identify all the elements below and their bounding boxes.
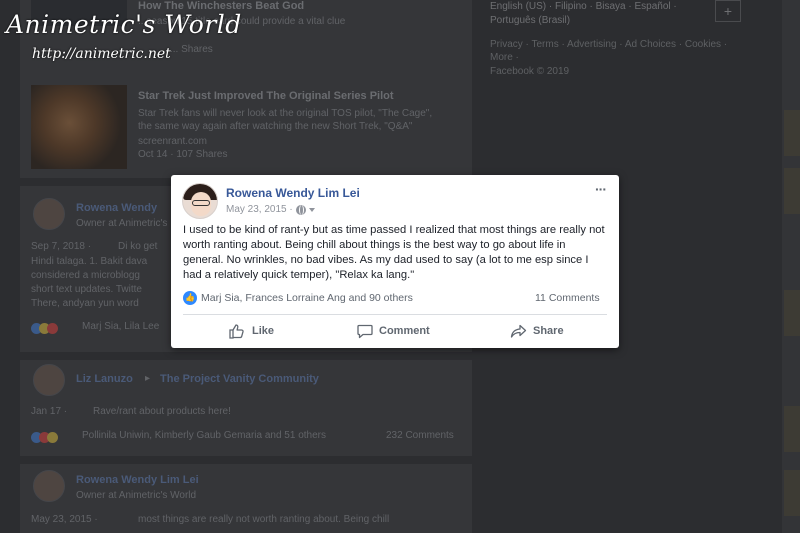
- feed-separator: [20, 456, 472, 464]
- article-shares: ... Shares: [170, 44, 213, 55]
- comment-count[interactable]: 11 Comments: [535, 292, 600, 304]
- post-meta: May 23, 2015 ·: [226, 204, 315, 215]
- feed-separator: [20, 352, 472, 360]
- reaction-names[interactable]: Marj Sia, Frances Lorraine Ang and 90 ot…: [201, 292, 413, 304]
- post-card: Rowena Wendy Lim Lei May 23, 2015 · ··· …: [171, 175, 619, 348]
- footer-links[interactable]: Privacy · Terms · Advertising · Ad Choic…: [490, 38, 730, 64]
- post-date[interactable]: Jan 17 ·: [31, 406, 67, 417]
- post-body: I used to be kind of rant-y but as time …: [183, 224, 605, 281]
- comment-label: Comment: [379, 325, 430, 337]
- watermark-url: http://animetric.net: [32, 46, 171, 62]
- chat-contact-thumb[interactable]: [784, 290, 800, 336]
- post-author[interactable]: Rowena Wendy: [76, 202, 157, 214]
- post-date[interactable]: Sep 7, 2018 ·: [31, 241, 91, 252]
- post-text: Di ko get: [118, 241, 158, 252]
- article-snippet: the same way again after watching the ne…: [138, 121, 413, 132]
- watermark-title: Animetric's World: [6, 10, 242, 39]
- add-language-button[interactable]: +: [715, 0, 741, 22]
- chat-contact-thumb[interactable]: [784, 168, 800, 214]
- more-options-button[interactable]: ···: [595, 182, 607, 196]
- article-title[interactable]: Star Trek Just Improved The Original Ser…: [138, 90, 394, 102]
- post-text: Rave/rant about products here!: [93, 406, 231, 417]
- comment-button[interactable]: Comment: [357, 320, 430, 342]
- chat-contact-thumb[interactable]: [784, 110, 800, 156]
- post-date[interactable]: May 23, 2015 ·: [226, 204, 293, 215]
- post-date[interactable]: May 23, 2015 ·: [31, 514, 98, 525]
- chat-contact-thumb[interactable]: [784, 470, 800, 516]
- like-reaction-icon: 👍: [183, 291, 197, 305]
- chat-contact-thumb[interactable]: [784, 406, 800, 452]
- thumbs-up-icon: [229, 323, 244, 339]
- chat-sidebar-strip: [782, 0, 800, 533]
- post-author[interactable]: Rowena Wendy Lim Lei: [76, 474, 199, 486]
- post-subtitle: Owner at Animetric's World: [76, 490, 197, 501]
- love-reaction-icon: [47, 323, 58, 334]
- divider: [183, 314, 607, 315]
- article-source: screenrant.com: [138, 136, 207, 147]
- reaction-summary[interactable]: 👍 Marj Sia, Frances Lorraine Ang and 90 …: [183, 291, 413, 305]
- article-thumbnail[interactable]: [31, 85, 127, 169]
- reaction-names[interactable]: Pollinila Uniwin, Kimberly Gaub Gemaria …: [82, 430, 326, 441]
- comment-count[interactable]: 232 Comments: [386, 430, 454, 441]
- post-subtitle: Owner at Animetric's: [76, 218, 168, 229]
- avatar[interactable]: [182, 183, 218, 219]
- post-text: considered a microblogg: [31, 270, 140, 281]
- comment-icon: [357, 324, 373, 338]
- group-name[interactable]: The Project Vanity Community: [160, 373, 319, 385]
- avatar[interactable]: [33, 198, 65, 230]
- article-snippet: Star Trek fans will never look at the or…: [138, 108, 433, 119]
- post-author[interactable]: Rowena Wendy Lim Lei: [226, 186, 360, 200]
- post-text: Hindi talaga. 1. Bakit dava: [31, 256, 148, 267]
- post-text: There, andyan yun word: [31, 298, 139, 309]
- share-button[interactable]: Share: [510, 320, 564, 342]
- like-button[interactable]: Like: [229, 320, 274, 342]
- copyright: Facebook © 2019: [490, 66, 570, 77]
- language-list[interactable]: English (US) · Filipino · Bisaya · Españ…: [490, 0, 720, 28]
- right-sidebar: English (US) · Filipino · Bisaya · Españ…: [480, 0, 780, 80]
- avatar[interactable]: [33, 364, 65, 396]
- group-arrow-icon: ▸: [145, 373, 151, 384]
- chevron-down-icon[interactable]: [308, 207, 315, 212]
- share-label: Share: [533, 325, 564, 337]
- share-icon: [510, 324, 527, 338]
- post-text: short text updates. Twitte: [31, 284, 142, 295]
- like-label: Like: [252, 325, 275, 337]
- globe-icon[interactable]: [295, 204, 306, 215]
- article-date: Oct 14 · 107 Shares: [138, 149, 228, 160]
- avatar[interactable]: [33, 470, 65, 502]
- haha-reaction-icon: [47, 432, 58, 443]
- reaction-names[interactable]: Marj Sia, Lila Lee: [82, 321, 159, 332]
- post-author[interactable]: Liz Lanuzo: [76, 373, 133, 385]
- post-text: most things are really not worth ranting…: [138, 514, 390, 525]
- avatar-glasses: [192, 200, 210, 206]
- reaction-icons[interactable]: [31, 321, 71, 334]
- reaction-icons[interactable]: [31, 430, 71, 443]
